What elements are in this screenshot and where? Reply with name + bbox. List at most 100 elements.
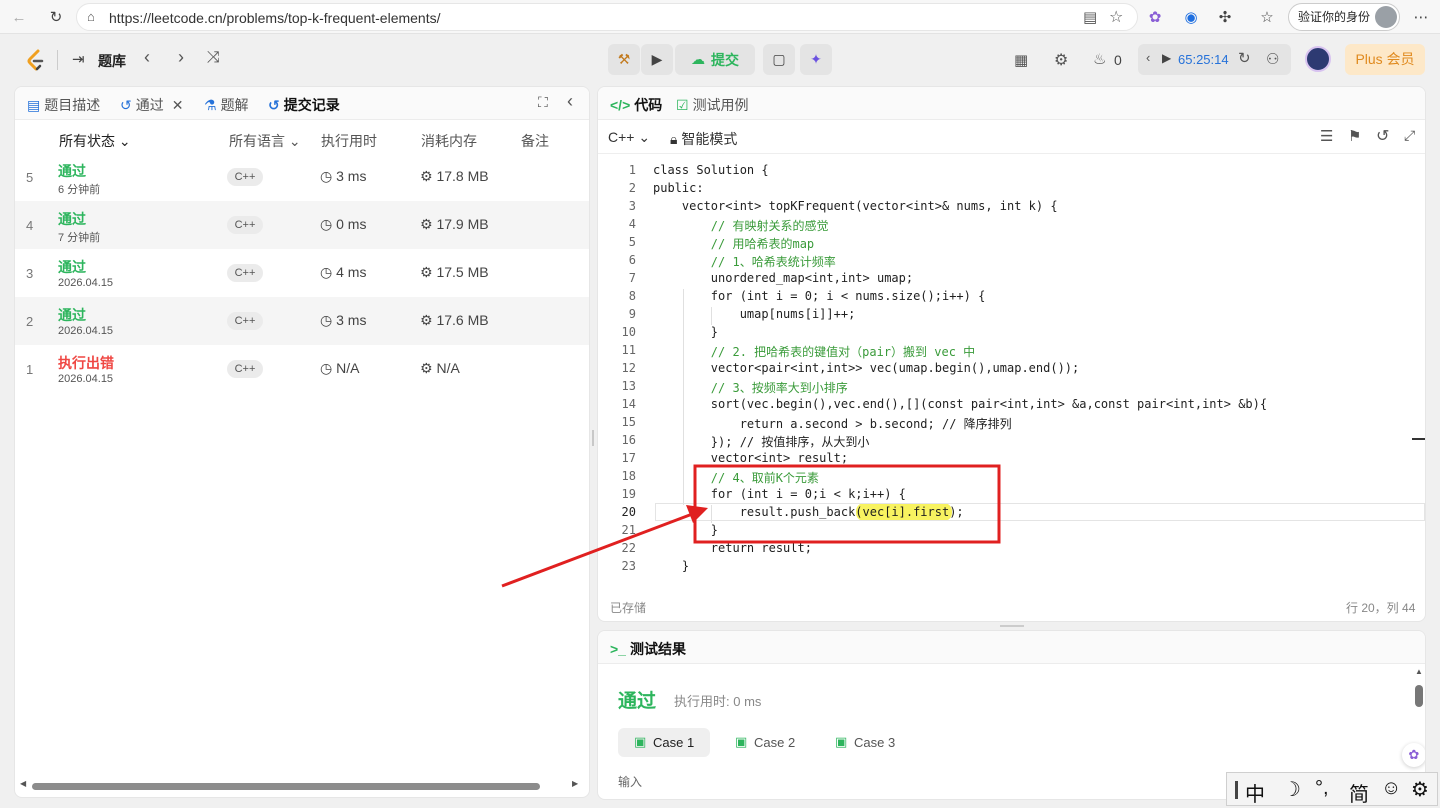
results-scrollbar-thumb[interactable]	[1415, 685, 1423, 707]
submission-row[interactable]: 5 通过 6 分钟前 C++ ◷ 3 ms ⚙ 17.8 MB	[15, 153, 589, 201]
runtime-text: N/A	[336, 360, 360, 376]
submissions-panel: ▤ 题目描述 ↺ 通过 ✕ ⚗ 题解 ↺ 提交记录 ⛶ ‹ 所有状态 ⌄ 所有语言 ⌄ 执…	[14, 86, 590, 798]
ime-punctuation-icon[interactable]: °,	[1315, 777, 1329, 800]
profile-button[interactable]: 验证你的身份	[1288, 3, 1400, 31]
check-icon: ▣	[835, 734, 848, 749]
timer-collapse-icon[interactable]: ‹	[1146, 50, 1150, 65]
tab-submissions[interactable]: ↺ 提交记录	[268, 95, 340, 115]
refresh-icon[interactable]: ↻	[45, 6, 67, 28]
memory-value: ⚙ 17.5 MB	[420, 264, 489, 281]
tab-solutions[interactable]: ⚗ 题解	[204, 95, 249, 115]
code-line: return result;	[653, 541, 812, 555]
next-problem-icon[interactable]: ›	[178, 47, 184, 68]
layout-grid-icon[interactable]: ▦	[1014, 51, 1028, 69]
code-line: }); // 按值排序，从大到小	[653, 435, 870, 449]
filter-language[interactable]: 所有语言 ⌄	[229, 131, 301, 151]
smart-mode-toggle[interactable]: 🔒︎ 智能模式	[670, 129, 737, 149]
ime-simplified-mode[interactable]: 简	[1349, 778, 1369, 807]
code-comment: // 1、哈希表统计频率	[653, 255, 836, 269]
code-line: return a.second > b.second; // 降序排列	[653, 417, 1012, 431]
settings-gear-icon[interactable]: ⚙	[1054, 50, 1068, 70]
submission-number: 1	[26, 362, 34, 377]
favorite-star-icon[interactable]: ☆	[1109, 7, 1123, 27]
app-header: ⇥ 题库 ‹ › ⤨ ⚒ ▶ ☁ 提交 ▢ ✦ ▦ ⚙ ♨ 0 ‹ ▶ 65:2…	[0, 34, 1440, 86]
runtime-text: 3 ms	[336, 168, 367, 184]
submission-row[interactable]: 1 执行出错 2026.04.15 C++ ◷ N/A ⚙ N/A	[15, 345, 589, 393]
more-menu-icon[interactable]: ⋯	[1410, 6, 1432, 28]
tab-accepted[interactable]: ↺ 通过 ✕	[120, 95, 183, 115]
random-problem-icon[interactable]: ⤨	[207, 49, 220, 67]
tab-test-results[interactable]: >_ 测试结果	[610, 639, 686, 659]
case-tab-3[interactable]: ▣ Case 3	[820, 728, 912, 757]
favorites-list-icon[interactable]: ☆	[1256, 6, 1278, 28]
copilot-icon[interactable]: ✿	[1144, 6, 1166, 28]
run-button[interactable]: ▶	[641, 44, 673, 75]
ai-helper-icon[interactable]: ✿	[1402, 743, 1425, 767]
ime-emoji-icon[interactable]: ☺	[1381, 777, 1401, 800]
tab-code[interactable]: </> 代码	[610, 95, 662, 115]
ime-grip[interactable]	[1235, 781, 1238, 799]
submission-status-link[interactable]: 通过	[58, 161, 86, 181]
language-badge: C++	[227, 168, 263, 186]
code-comment: // 2. 把哈希表的键值对（pair）搬到 vec 中	[653, 345, 976, 359]
submission-status-link[interactable]: 通过	[58, 305, 86, 325]
scroll-right-icon[interactable]: ▶	[572, 779, 578, 788]
problem-list-link[interactable]: 题库	[98, 51, 126, 71]
runtime-text: 0 ms	[336, 216, 367, 232]
submission-status-link[interactable]: 执行出错	[58, 353, 114, 373]
leetcode-logo-icon[interactable]	[26, 49, 46, 71]
terminal-icon: >_	[610, 641, 626, 657]
clock-icon: ◷	[320, 360, 333, 376]
horizontal-splitter[interactable]	[1000, 625, 1024, 627]
back-icon[interactable]: ←	[8, 6, 30, 28]
case-tab-2[interactable]: ▣ Case 2	[720, 728, 812, 757]
address-bar[interactable]: ⌂ https://leetcode.cn/problems/top-k-fre…	[76, 3, 1138, 31]
timer-play-icon[interactable]: ▶	[1162, 51, 1171, 65]
invite-user-icon[interactable]: ⚇	[1266, 50, 1279, 68]
extensions-puzzle-icon[interactable]: ✣	[1214, 6, 1236, 28]
tab-testcases[interactable]: ☑ 测试用例	[676, 95, 749, 115]
format-code-icon[interactable]: ☰	[1320, 127, 1333, 145]
submission-row[interactable]: 2 通过 2026.04.15 C++ ◷ 3 ms ⚙ 17.6 MB	[15, 297, 589, 345]
bookmark-icon[interactable]: ⚑	[1348, 127, 1361, 145]
scroll-left-icon[interactable]: ◀	[20, 779, 26, 788]
tab-description[interactable]: ▤ 题目描述	[27, 95, 100, 115]
scroll-up-icon[interactable]: ▲	[1415, 667, 1423, 676]
fullscreen-icon[interactable]: ⛶	[538, 94, 548, 111]
language-select[interactable]: C++ ⌄	[608, 129, 650, 146]
panel-splitter[interactable]	[592, 430, 594, 446]
scrollbar-thumb[interactable]	[32, 783, 540, 790]
timer-display: 65:25:14	[1178, 52, 1229, 67]
submit-button[interactable]: ☁ 提交	[675, 44, 755, 75]
filter-status[interactable]: 所有状态 ⌄	[59, 131, 131, 151]
code-line: sort(vec.begin(),vec.end(),[](const pair…	[653, 397, 1268, 411]
timer-reset-icon[interactable]: ↻	[1238, 49, 1251, 67]
case-tab-1[interactable]: ▣ Case 1	[618, 728, 710, 757]
reader-view-icon[interactable]: ▤	[1083, 8, 1097, 26]
ai-assist-button[interactable]: ✦	[800, 44, 832, 75]
language-badge: C++	[227, 264, 263, 282]
submission-row[interactable]: 4 通过 7 分钟前 C++ ◷ 0 ms ⚙ 17.9 MB	[15, 201, 589, 249]
debug-button[interactable]: ⚒	[608, 44, 640, 75]
document-icon: ▤	[27, 96, 41, 113]
site-info-icon[interactable]: ⌂	[87, 9, 95, 24]
ime-settings-icon[interactable]: ⚙	[1411, 777, 1429, 802]
close-tab-icon[interactable]: ✕	[172, 97, 184, 114]
submission-status-link[interactable]: 通过	[58, 257, 86, 277]
submission-row[interactable]: 3 通过 2026.04.15 C++ ◷ 4 ms ⚙ 17.5 MB	[15, 249, 589, 297]
reset-code-icon[interactable]: ↺	[1376, 126, 1389, 146]
ime-half-width-icon[interactable]: ☽	[1283, 777, 1301, 802]
prev-problem-icon[interactable]: ‹	[144, 47, 150, 68]
streak-fire-icon[interactable]: ♨	[1093, 50, 1106, 68]
plus-member-button[interactable]: Plus 会员	[1345, 44, 1425, 75]
user-avatar[interactable]	[1305, 46, 1331, 72]
code-line: unordered_map<int,int> umap;	[653, 271, 914, 285]
notes-button[interactable]: ▢	[763, 44, 795, 75]
expand-editor-icon[interactable]: ⤢	[1404, 127, 1415, 144]
problem-list-icon[interactable]: ⇥	[72, 50, 85, 68]
extension-messenger-icon[interactable]: ◉	[1180, 6, 1202, 28]
submission-status-link[interactable]: 通过	[58, 209, 86, 229]
horizontal-scrollbar[interactable]: ◀ ▶	[20, 779, 580, 791]
collapse-panel-icon[interactable]: ‹	[567, 91, 573, 112]
ime-chinese-mode[interactable]: 中	[1245, 778, 1265, 807]
